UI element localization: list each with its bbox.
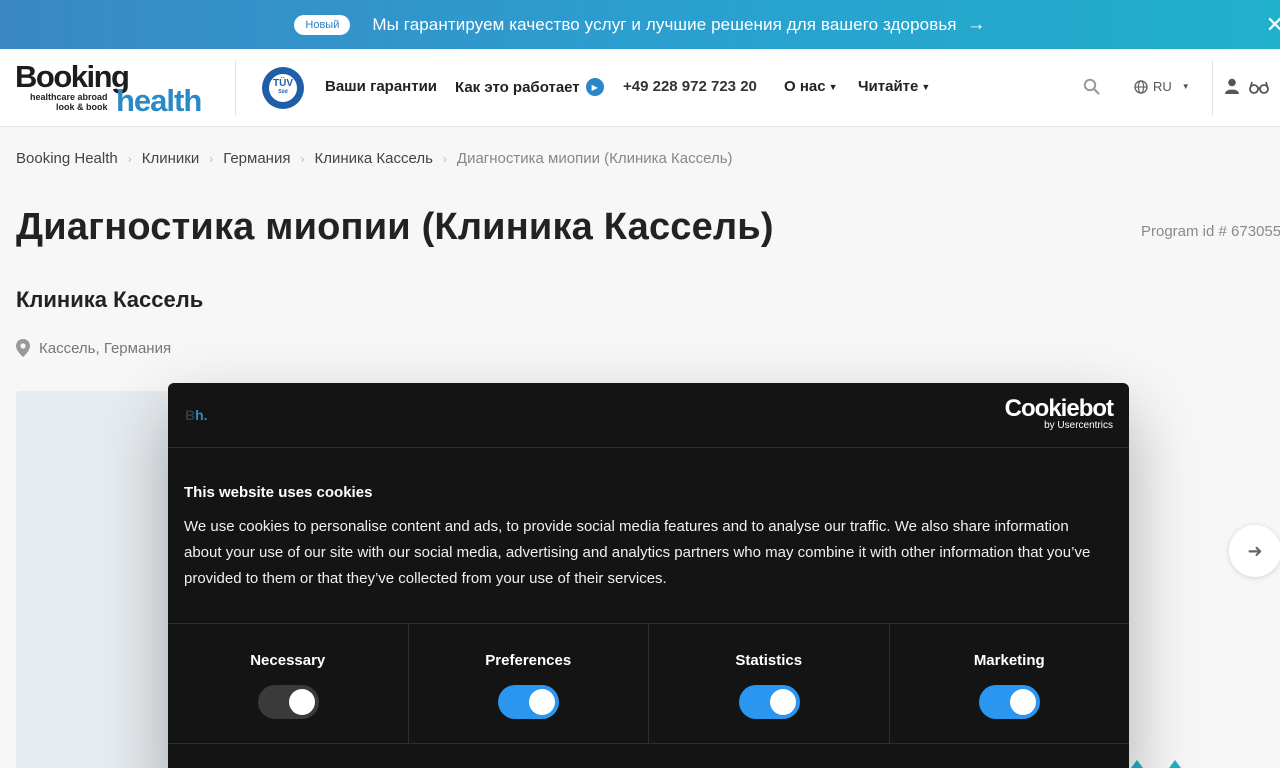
clinic-location: Кассель, Германия: [16, 339, 171, 357]
necessary-toggle: [257, 685, 319, 719]
nav-guarantees-label: Ваши гарантии: [325, 78, 438, 95]
decorative-triangle: [1169, 760, 1181, 768]
cookie-dialog-title: This website uses cookies: [184, 484, 373, 501]
statistics-toggle[interactable]: [738, 685, 800, 719]
globe-icon: [1134, 79, 1148, 94]
toggle-knob: [288, 689, 315, 715]
logo-health-text: health: [116, 83, 202, 118]
clinic-name[interactable]: Клиника Кассель: [16, 287, 203, 313]
close-icon[interactable]: ✕: [1266, 12, 1280, 38]
breadcrumb-link[interactable]: Booking Health: [16, 150, 118, 167]
divider: [1212, 61, 1213, 115]
logo-tagline-1: healthcare abroad: [30, 92, 108, 102]
program-id: Program id # 673055: [1141, 223, 1280, 240]
bh-logo: Bh.: [185, 407, 208, 423]
nav-guarantees[interactable]: Ваши гарантии: [325, 78, 437, 95]
cookie-dialog-header: Bh. Cookiebot by Usercentrics: [168, 383, 1129, 448]
glasses-icon[interactable]: [1249, 80, 1269, 99]
cookiebot-logo[interactable]: Cookiebot by Usercentrics: [1004, 395, 1114, 431]
user-icon[interactable]: [1225, 78, 1239, 99]
language-label: RU: [1153, 79, 1172, 94]
tuv-text: TÜV: [273, 78, 293, 89]
new-badge: Новый: [294, 14, 351, 35]
nav-how-it-works[interactable]: Как это работает ▶: [455, 78, 604, 96]
chevron-right-icon: ›: [442, 151, 447, 166]
promo-banner[interactable]: Новый Мы гарантируем качество услуг и лу…: [0, 0, 1280, 49]
play-icon: ▶: [585, 78, 604, 96]
promo-text[interactable]: Мы гарантируем качество услуг и лучшие р…: [372, 15, 956, 35]
cookie-consent-dialog: Bh. Cookiebot by Usercentrics This websi…: [168, 383, 1129, 768]
cookiebot-subtitle: by Usercentrics: [1044, 420, 1113, 431]
marketing-toggle[interactable]: [979, 685, 1041, 719]
nav-about[interactable]: О нас ▼: [784, 78, 838, 95]
nav-about-label: О нас: [784, 78, 826, 95]
bh-logo-b: B: [185, 407, 196, 423]
breadcrumb-link[interactable]: Германия: [223, 150, 290, 167]
toggle-knob: [1010, 689, 1037, 715]
language-selector[interactable]: RU ▼: [1134, 79, 1190, 94]
site-header: Booking healthcare abroad look & book he…: [0, 49, 1280, 127]
chevron-right-icon: ›: [127, 151, 132, 166]
cookie-category-necessary: Necessary: [168, 624, 409, 743]
chevron-right-icon: ›: [209, 151, 214, 166]
caret-down-icon: ▼: [1181, 82, 1190, 91]
tuv-subtext: Süd: [278, 89, 288, 95]
divider: [235, 61, 236, 115]
cookie-categories: Necessary Preferences Statistics Marketi…: [168, 623, 1129, 744]
cookie-category-marketing: Marketing: [890, 624, 1130, 743]
location-text: Кассель, Германия: [39, 339, 172, 357]
nav-read[interactable]: Читайте ▼: [858, 78, 930, 95]
category-label: Statistics: [735, 652, 803, 669]
logo-booking-text: Booking: [15, 59, 130, 94]
cookie-category-statistics: Statistics: [649, 624, 890, 743]
caret-down-icon: ▼: [921, 81, 931, 92]
breadcrumb: Booking Health › Клиники › Германия › Кл…: [16, 150, 733, 167]
chevron-right-icon: ›: [300, 151, 305, 166]
search-icon[interactable]: [1083, 78, 1100, 100]
breadcrumb-link[interactable]: Клиники: [142, 150, 199, 167]
logo-tagline: healthcare abroad look & book: [30, 92, 108, 112]
nav-read-label: Читайте: [858, 78, 919, 95]
breadcrumb-link[interactable]: Клиника Кассель: [314, 150, 432, 167]
page-title: Диагностика миопии (Клиника Кассель): [16, 206, 774, 248]
nav-how-it-works-label: Как это работает: [455, 78, 580, 96]
logo-tagline-2: look & book: [56, 102, 108, 112]
arrow-right-icon[interactable]: →: [967, 14, 986, 36]
preferences-toggle[interactable]: [498, 685, 560, 719]
breadcrumb-current: Диагностика миопии (Клиника Кассель): [456, 150, 733, 167]
phone-number: +49 228 972 723 20: [623, 78, 757, 95]
toggle-knob: [769, 689, 796, 715]
cookie-dialog-body: We use cookies to personalise content an…: [184, 518, 1091, 587]
tuv-certification-logo[interactable]: TÜV Süd: [262, 67, 304, 109]
category-label: Marketing: [973, 652, 1045, 669]
arrow-right-icon[interactable]: ➜: [1229, 525, 1280, 577]
bh-logo-h: h.: [195, 407, 208, 423]
caret-down-icon: ▼: [828, 81, 838, 92]
decorative-triangle: [1131, 760, 1143, 768]
booking-health-logo[interactable]: Booking healthcare abroad look & book he…: [15, 59, 210, 118]
nav-phone[interactable]: +49 228 972 723 20: [623, 78, 757, 95]
cookiebot-brand: Cookiebot: [1004, 395, 1114, 422]
cookie-category-preferences: Preferences: [409, 624, 649, 743]
category-label: Preferences: [485, 652, 572, 669]
toggle-knob: [529, 689, 556, 715]
map-pin-icon: [16, 339, 30, 357]
category-label: Necessary: [250, 652, 326, 669]
